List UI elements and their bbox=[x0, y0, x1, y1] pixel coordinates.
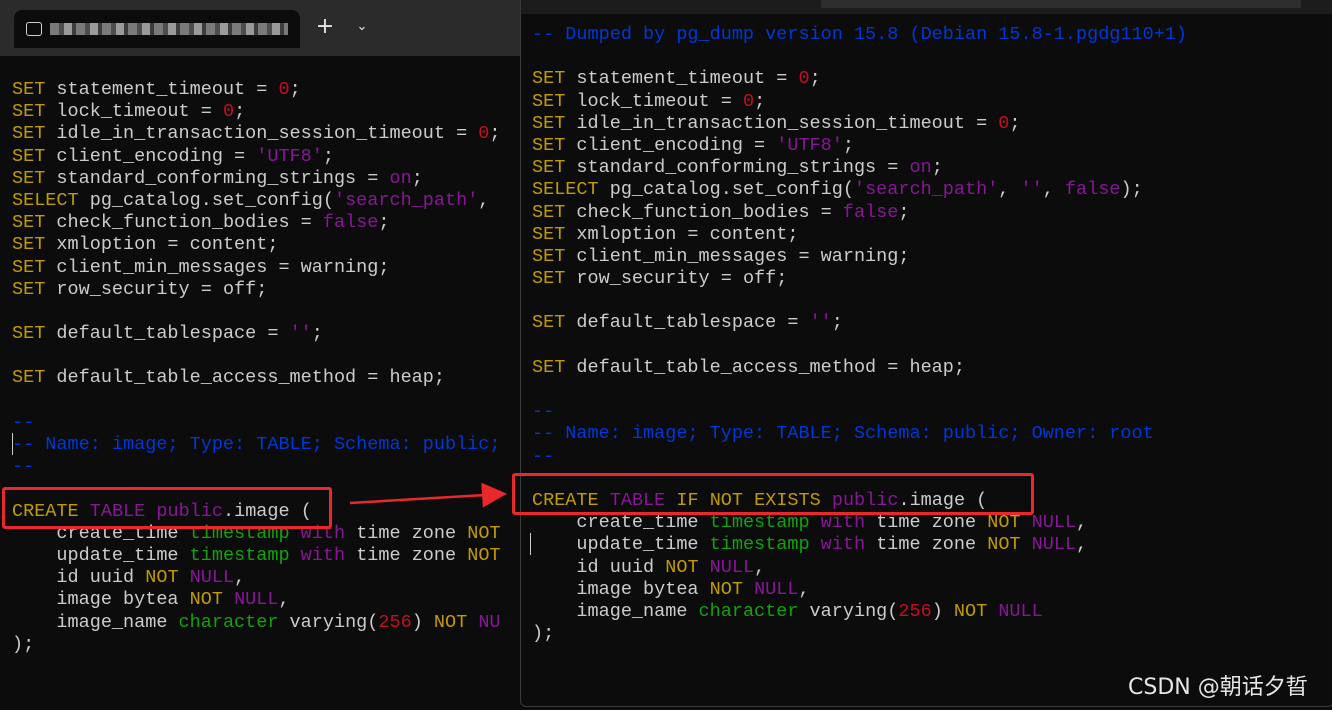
comparison-arrow-icon bbox=[349, 482, 507, 508]
watermark: CSDN @朝话夕晢 bbox=[1128, 675, 1308, 700]
